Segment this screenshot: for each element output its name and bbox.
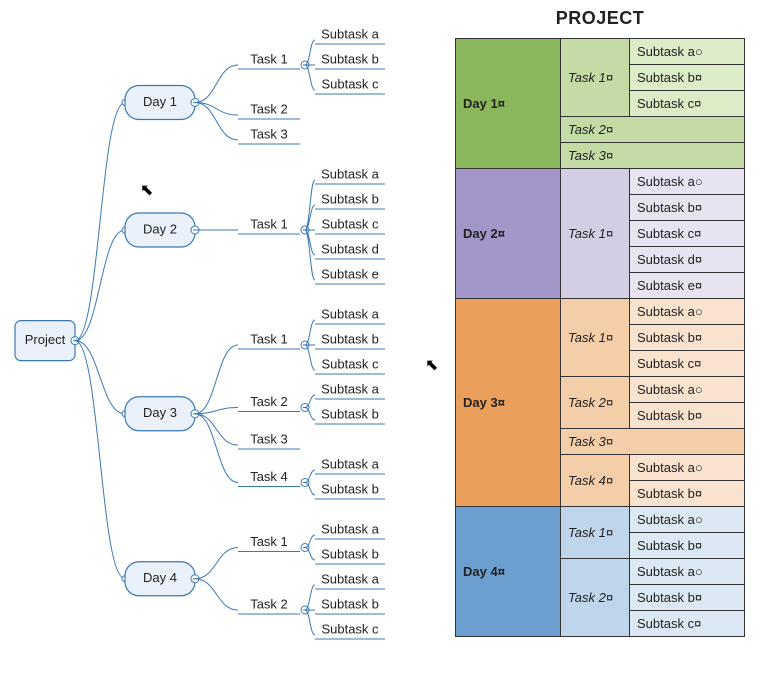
subtask-cell: Subtask a○ <box>630 169 745 195</box>
subtask-label[interactable]: Subtask a <box>321 166 380 181</box>
day-label: Day 2 <box>143 221 177 236</box>
subtask-label[interactable]: Subtask a <box>321 381 380 396</box>
task-label[interactable]: Task 2 <box>250 394 288 409</box>
subtask-label[interactable]: Subtask c <box>321 621 379 636</box>
subtask-cell: Subtask c¤ <box>630 611 745 637</box>
task-label[interactable]: Task 1 <box>250 534 288 549</box>
day-label: Day 3 <box>143 405 177 420</box>
subtask-label[interactable]: Subtask b <box>321 481 379 496</box>
subtask-cell: Subtask d¤ <box>630 247 745 273</box>
project-table: Day 1¤Task 1¤Subtask a○Subtask b¤Subtask… <box>455 38 745 637</box>
task-label[interactable]: Task 1 <box>250 331 288 346</box>
task-label[interactable]: Task 3 <box>250 431 288 446</box>
subtask-cell: Subtask c¤ <box>630 91 745 117</box>
subtask-cell: Subtask b¤ <box>630 585 745 611</box>
cursor-icon: ⬉ <box>140 182 153 199</box>
subtask-label[interactable]: Subtask a <box>321 26 380 41</box>
subtask-cell: Subtask b¤ <box>630 403 745 429</box>
task-label[interactable]: Task 1 <box>250 51 288 66</box>
task-cell: Task 2¤ <box>561 559 630 637</box>
subtask-label[interactable]: Subtask a <box>321 571 380 586</box>
subtask-cell: Subtask a○ <box>630 39 745 65</box>
subtask-label[interactable]: Subtask b <box>321 51 379 66</box>
subtask-cell: Subtask b¤ <box>630 195 745 221</box>
task-cell: Task 3¤ <box>561 429 745 455</box>
subtask-cell: Subtask b¤ <box>630 65 745 91</box>
task-label[interactable]: Task 2 <box>250 596 288 611</box>
task-cell: Task 1¤ <box>561 507 630 559</box>
subtask-label[interactable]: Subtask b <box>321 331 379 346</box>
task-cell: Task 1¤ <box>561 299 630 377</box>
subtask-cell: Subtask c¤ <box>630 221 745 247</box>
subtask-label[interactable]: Subtask b <box>321 546 379 561</box>
table-row: Day 4¤Task 1¤Subtask a○ <box>456 507 745 533</box>
subtask-label[interactable]: Subtask c <box>321 216 379 231</box>
task-label[interactable]: Task 1 <box>250 216 288 231</box>
subtask-cell: Subtask b¤ <box>630 481 745 507</box>
mindmap: Project Day 1 Task 1 Subtask a Subtask b Subt… <box>0 0 440 693</box>
subtask-label[interactable]: Subtask a <box>321 456 380 471</box>
day-cell: Day 3¤ <box>456 299 561 507</box>
subtask-label[interactable]: Subtask a <box>321 306 380 321</box>
subtask-label[interactable]: Subtask a <box>321 521 380 536</box>
subtask-label[interactable]: Subtask c <box>321 76 379 91</box>
day-cell: Day 2¤ <box>456 169 561 299</box>
subtask-cell: Subtask a○ <box>630 507 745 533</box>
subtask-label[interactable]: Subtask c <box>321 356 379 371</box>
day-cell: Day 4¤ <box>456 507 561 637</box>
task-cell: Task 1¤ <box>561 169 630 299</box>
table-row: Day 2¤Task 1¤Subtask a○ <box>456 169 745 195</box>
task-label[interactable]: Task 2 <box>250 101 288 116</box>
task-cell: Task 4¤ <box>561 455 630 507</box>
subtask-cell: Subtask a○ <box>630 377 745 403</box>
subtask-cell: Subtask a○ <box>630 559 745 585</box>
table-row: Day 3¤Task 1¤Subtask a○ <box>456 299 745 325</box>
subtask-cell: Subtask a○ <box>630 299 745 325</box>
subtask-cell: Subtask e¤ <box>630 273 745 299</box>
subtask-label[interactable]: Subtask e <box>321 266 379 281</box>
task-cell: Task 1¤ <box>561 39 630 117</box>
cursor-icon: ⬉ <box>425 357 438 374</box>
subtask-cell: Subtask c¤ <box>630 351 745 377</box>
subtask-label[interactable]: Subtask b <box>321 596 379 611</box>
day-label: Day 4 <box>143 570 177 585</box>
task-cell: Task 2¤ <box>561 117 745 143</box>
subtask-label[interactable]: Subtask b <box>321 191 379 206</box>
table-row: Day 1¤Task 1¤Subtask a○ <box>456 39 745 65</box>
task-cell: Task 2¤ <box>561 377 630 429</box>
subtask-label[interactable]: Subtask b <box>321 406 379 421</box>
subtask-cell: Subtask b¤ <box>630 325 745 351</box>
subtask-label[interactable]: Subtask d <box>321 241 379 256</box>
day-cell: Day 1¤ <box>456 39 561 169</box>
day-label: Day 1 <box>143 94 177 109</box>
task-cell: Task 3¤ <box>561 143 745 169</box>
table-title: PROJECT <box>455 8 745 29</box>
subtask-cell: Subtask b¤ <box>630 533 745 559</box>
task-label[interactable]: Task 3 <box>250 126 288 141</box>
root-label: Project <box>25 332 66 347</box>
task-label[interactable]: Task 4 <box>250 469 288 484</box>
subtask-cell: Subtask a○ <box>630 455 745 481</box>
